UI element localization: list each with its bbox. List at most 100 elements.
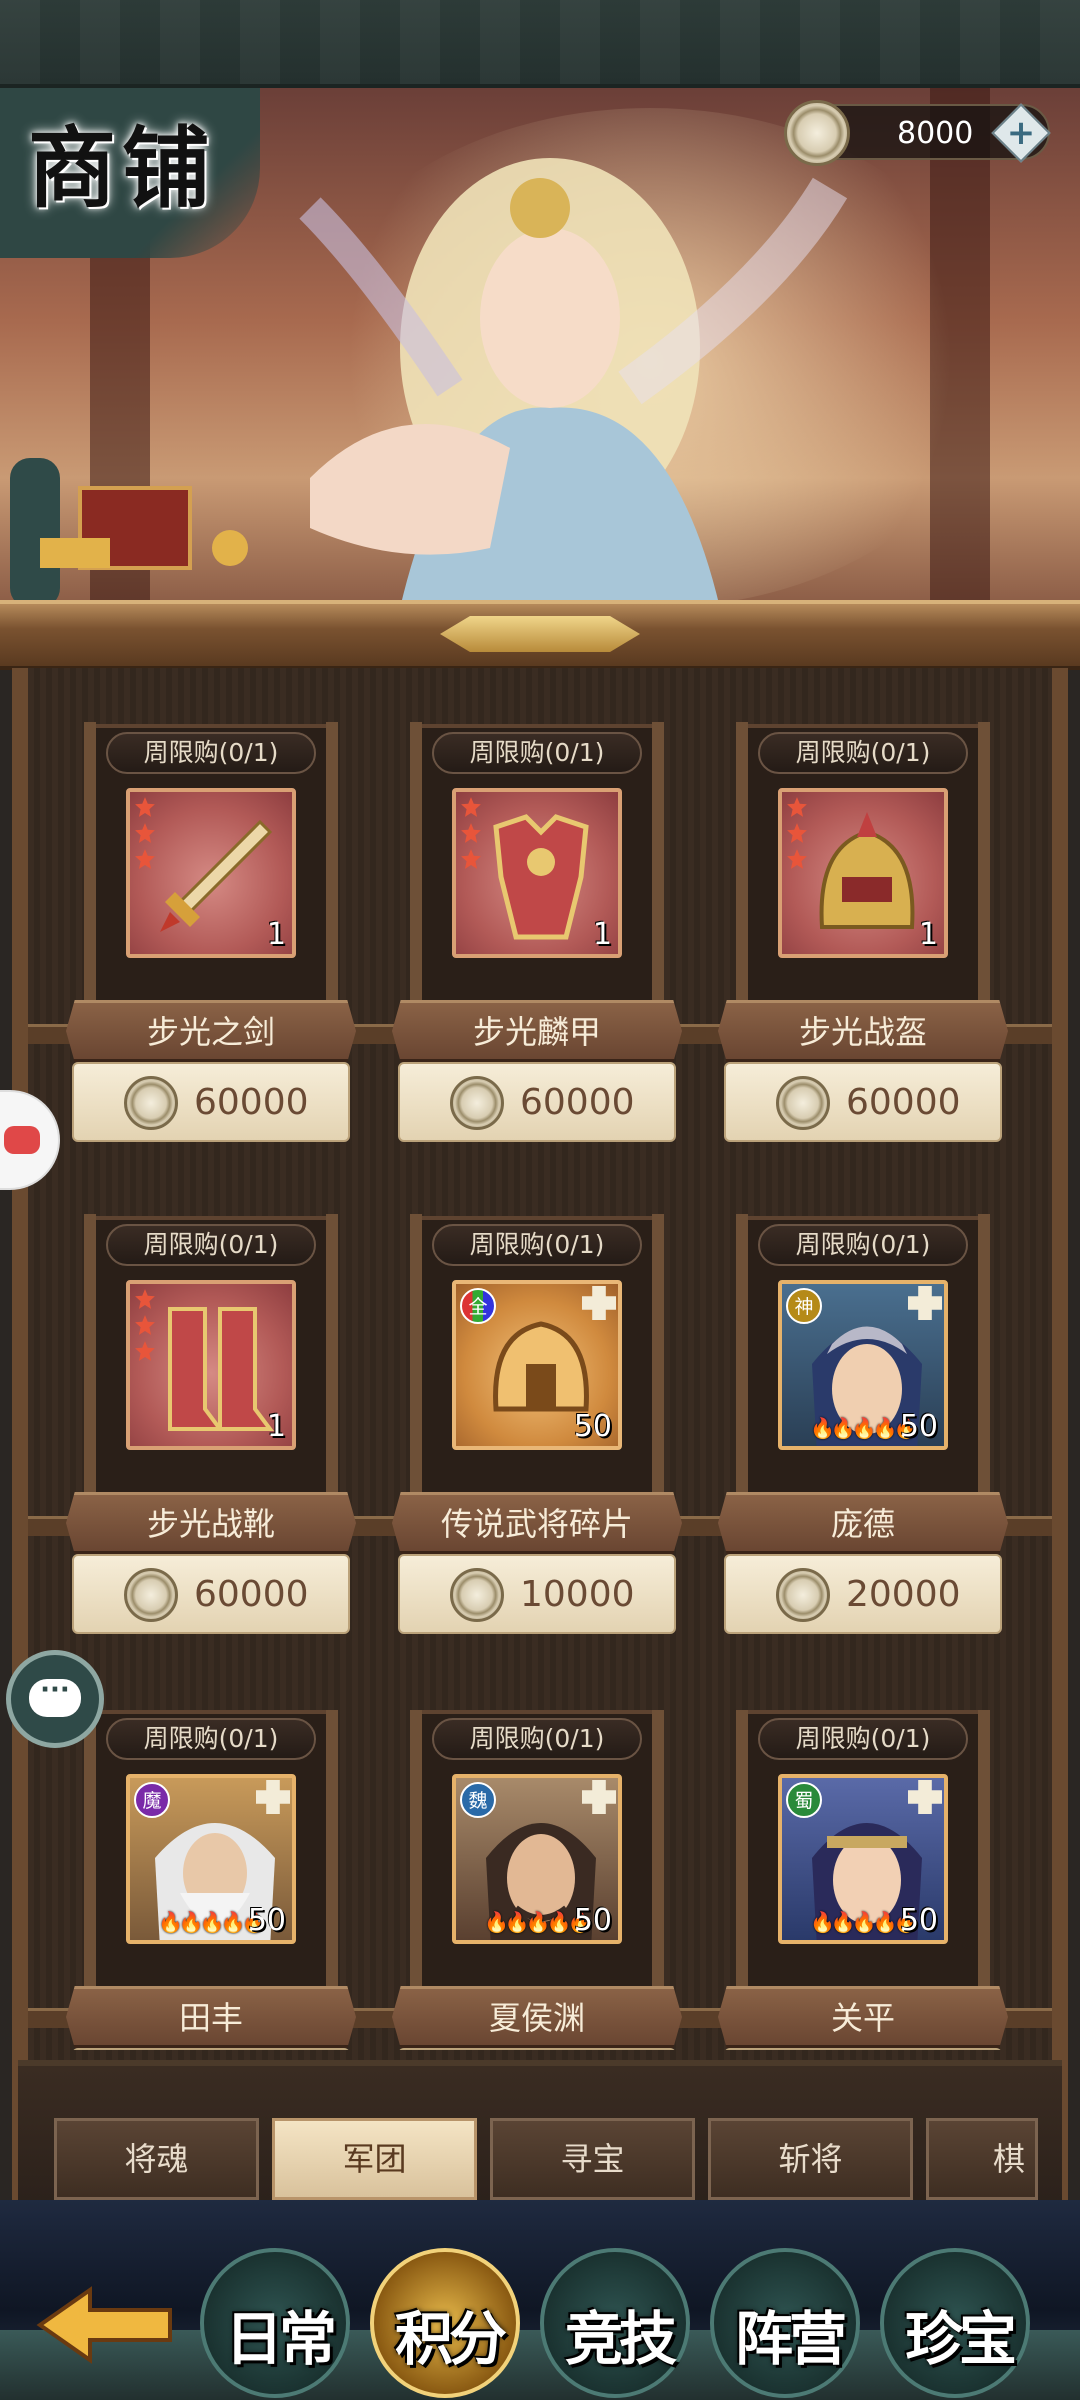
item-quantity: 1: [592, 917, 612, 952]
item-icon: 神 🔥🔥🔥🔥🔥 50: [778, 1280, 948, 1450]
shop-item[interactable]: 周限购(0/1) 神 🔥🔥🔥🔥🔥 50 庞德 20000: [718, 1214, 1008, 1646]
buy-button[interactable]: 60000: [72, 1062, 350, 1142]
faction-badge: 魏: [460, 1782, 496, 1818]
shop-item[interactable]: 周限购(0/1) 1 步光战靴 60000: [66, 1214, 356, 1646]
item-quantity: 50: [899, 1409, 938, 1444]
back-arrow-icon[interactable]: [30, 2280, 180, 2370]
shop-item[interactable]: 周限购(0/1) 全 50 传说武将碎片 10000: [392, 1214, 682, 1646]
nav-treasure[interactable]: 珍宝: [880, 2248, 1030, 2398]
star-rating: [134, 796, 160, 874]
tab-juntuan[interactable]: 军团: [272, 2118, 477, 2200]
tab-xunbao[interactable]: 寻宝: [490, 2118, 695, 2200]
buy-button[interactable]: [724, 2048, 1002, 2050]
item-price: 60000: [520, 1082, 635, 1123]
item-icon: 1: [126, 788, 296, 958]
item-icon: 1: [452, 788, 622, 958]
nav-faction[interactable]: 阵营: [710, 2248, 860, 2398]
item-name: 步光战靴: [66, 1492, 356, 1554]
buy-button[interactable]: 60000: [72, 1554, 350, 1634]
buy-button[interactable]: 60000: [724, 1062, 1002, 1142]
item-name: 步光战盔: [718, 1000, 1008, 1062]
purchase-limit: 周限购(0/1): [432, 1718, 642, 1760]
banner-rail: [0, 600, 1080, 670]
shop-category-tabs: 将魂 军团 寻宝 斩将 棋: [18, 2060, 1062, 2220]
chat-icon: ···: [29, 1677, 81, 1717]
purchase-limit: 周限购(0/1): [758, 1718, 968, 1760]
purchase-limit: 周限购(0/1): [432, 1224, 642, 1266]
buy-button[interactable]: 10000: [398, 1554, 676, 1634]
item-quantity: 1: [266, 917, 286, 952]
buy-button[interactable]: 20000: [724, 1554, 1002, 1634]
shop-item[interactable]: 周限购(0/1) 1 步光之剑 60000: [66, 722, 356, 1154]
faction-badge: 全: [460, 1288, 496, 1324]
item-quantity: 50: [899, 1903, 938, 1938]
banner-character-illustration: [299, 158, 848, 608]
item-name: 步光之剑: [66, 1000, 356, 1062]
item-quantity: 1: [918, 917, 938, 952]
item-name: 田丰: [66, 1986, 356, 2048]
item-name: 关平: [718, 1986, 1008, 2048]
banner-treasure-decoration: [10, 458, 248, 608]
item-icon: 1: [778, 788, 948, 958]
bottom-navigation: 日常 积分 竞技 阵营 珍宝: [0, 2200, 1080, 2400]
item-price: 60000: [194, 1574, 309, 1615]
coin-icon: [450, 1076, 504, 1130]
tab-qi[interactable]: 棋: [926, 2118, 1038, 2200]
tab-jianghun[interactable]: 将魂: [54, 2118, 259, 2200]
shop-item[interactable]: 周限购(0/1) 1 步光战盔 60000: [718, 722, 1008, 1154]
purchase-limit: 周限购(0/1): [106, 1224, 316, 1266]
item-price: 10000: [520, 1574, 635, 1615]
item-name: 庞德: [718, 1492, 1008, 1554]
item-icon: 魏 🔥🔥🔥🔥🔥 50: [452, 1774, 622, 1944]
item-name: 夏侯渊: [392, 1986, 682, 2048]
nav-arena[interactable]: 竞技: [540, 2248, 690, 2398]
star-rating: [786, 796, 812, 874]
coin-icon: [124, 1076, 178, 1130]
boots-icon: [168, 1307, 274, 1431]
nav-daily[interactable]: 日常: [200, 2248, 350, 2398]
nav-points[interactable]: 积分: [370, 2248, 520, 2398]
floating-chat-button[interactable]: ···: [6, 1650, 104, 1748]
buy-button[interactable]: 60000: [398, 1062, 676, 1142]
nav-label: 日常: [224, 2305, 337, 2373]
buy-button[interactable]: [72, 2048, 350, 2050]
item-price: 60000: [846, 1082, 961, 1123]
star-rating: [134, 1288, 160, 1366]
nav-label: 积分: [394, 2305, 507, 2373]
shop-item[interactable]: 周限购(0/1) 蜀 🔥🔥🔥🔥🔥 50 关平: [718, 1710, 1008, 2050]
shop-item[interactable]: 周限购(0/1) 魔 🔥🔥🔥🔥🔥 50 田丰: [66, 1710, 356, 2050]
item-icon: 魔 🔥🔥🔥🔥🔥 50: [126, 1774, 296, 1944]
shop-banner: 商铺: [0, 88, 1080, 608]
purchase-limit: 周限购(0/1): [106, 732, 316, 774]
nav-label: 阵营: [734, 2305, 847, 2373]
item-quantity: 50: [573, 1409, 612, 1444]
page-title: 商铺: [28, 116, 217, 220]
currency-value: 8000: [897, 116, 974, 151]
shop-item[interactable]: 周限购(0/1) 1 步光麟甲 60000: [392, 722, 682, 1154]
coin-icon: [776, 1568, 830, 1622]
item-quantity: 1: [266, 1409, 286, 1444]
purchase-limit: 周限购(0/1): [758, 732, 968, 774]
item-icon: 蜀 🔥🔥🔥🔥🔥 50: [778, 1774, 948, 1944]
sword-icon: [160, 819, 273, 932]
star-rating: [460, 796, 486, 874]
coin-icon: [776, 1076, 830, 1130]
shop-title-badge: 商铺: [0, 88, 260, 258]
item-price: 60000: [194, 1082, 309, 1123]
plus-icon: +: [1006, 113, 1036, 153]
tab-zhanjiang[interactable]: 斩将: [708, 2118, 913, 2200]
faction-badge: 神: [786, 1288, 822, 1324]
purchase-limit: 周限购(0/1): [432, 732, 642, 774]
faction-badge: 魔: [134, 1782, 170, 1818]
status-strip: [0, 0, 1080, 88]
coin-icon: [124, 1568, 178, 1622]
coin-icon: [784, 100, 850, 166]
shop-item[interactable]: 周限购(0/1) 魏 🔥🔥🔥🔥🔥 50 夏侯渊: [392, 1710, 682, 2050]
helmet-icon: [819, 812, 915, 929]
buy-button[interactable]: [398, 2048, 676, 2050]
item-quantity: 50: [573, 1903, 612, 1938]
item-icon: 1: [126, 1280, 296, 1450]
nav-label: 珍宝: [904, 2305, 1017, 2373]
currency-display: 8000 +: [784, 100, 1051, 166]
armor-icon: [493, 814, 589, 940]
